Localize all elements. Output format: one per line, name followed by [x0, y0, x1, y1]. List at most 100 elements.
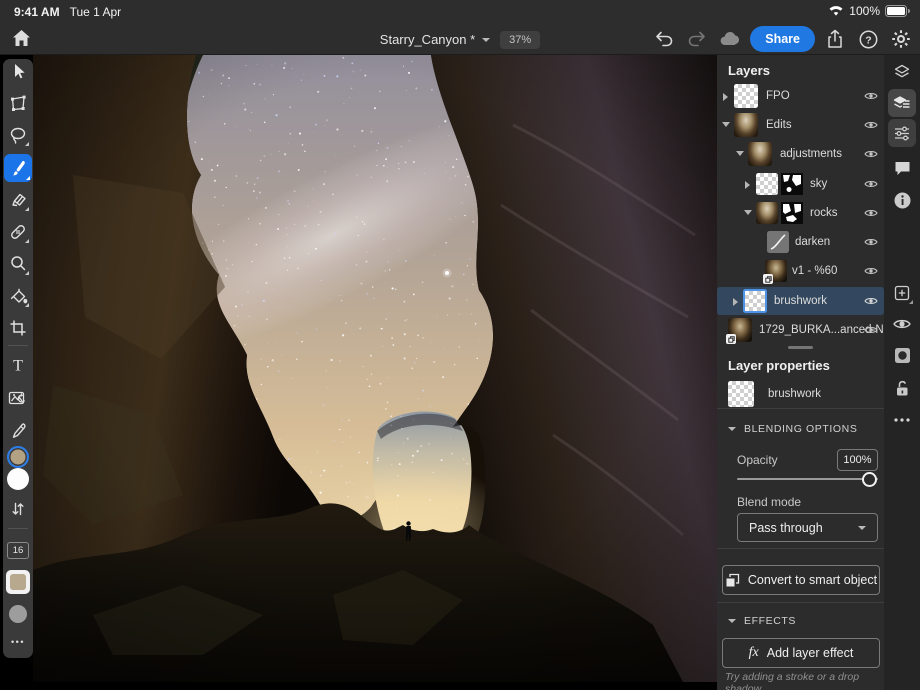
effects-label: EFFECTS [744, 615, 796, 627]
smart-object-thumbnail[interactable] [765, 260, 787, 282]
eraser-tool[interactable] [5, 187, 31, 213]
brush-preview-swatch[interactable] [6, 570, 30, 594]
eye-visibility-icon[interactable] [864, 265, 878, 277]
foreground-color-well[interactable] [7, 446, 29, 468]
eye-visibility-icon[interactable] [864, 324, 878, 336]
unlock-icon[interactable] [889, 375, 915, 401]
adjustments-sliders-icon[interactable] [889, 120, 915, 146]
settings-gear-icon[interactable] [888, 26, 914, 52]
brush-hardness-swatch[interactable] [9, 605, 27, 623]
place-image-tool[interactable] [5, 385, 31, 411]
layer-row-brushwork-selected[interactable]: brushwork [717, 287, 884, 315]
layer-thumbnail[interactable] [734, 84, 758, 108]
layer-thumbnail[interactable] [743, 289, 767, 313]
tools-toolbar: T 16 ••• [3, 59, 33, 658]
layer-properties-icon[interactable] [889, 90, 915, 116]
brush-size-badge[interactable]: 16 [7, 542, 29, 559]
layer-row-sky[interactable]: sky [717, 170, 884, 198]
fx-icon: fx [749, 645, 759, 661]
layer-mask-thumbnail[interactable] [781, 202, 803, 224]
chevron-right-icon[interactable] [745, 181, 750, 189]
layers-stack-icon[interactable] [889, 59, 915, 85]
redo-icon[interactable] [684, 26, 710, 52]
eye-visibility-icon[interactable] [864, 178, 878, 190]
lasso-select-tool[interactable] [5, 122, 31, 148]
chevron-down-icon[interactable] [722, 122, 730, 127]
chevron-down-icon [482, 38, 490, 42]
eye-visibility-icon[interactable] [864, 90, 878, 102]
add-layer-icon[interactable] [889, 280, 915, 306]
layer-thumbnail[interactable] [748, 142, 772, 166]
chevron-down-icon[interactable] [736, 151, 744, 156]
layer-row-fpo[interactable]: FPO [717, 82, 884, 110]
comment-icon[interactable] [889, 155, 915, 181]
chevron-down-icon[interactable] [744, 210, 752, 215]
layer-name: Edits [766, 119, 792, 131]
layer-thumbnail [728, 381, 754, 407]
document-canvas[interactable] [33, 55, 717, 682]
export-icon[interactable] [822, 26, 848, 52]
chevron-right-icon[interactable] [733, 298, 738, 306]
status-time: 9:41 AM [14, 5, 60, 19]
opacity-slider-knob[interactable] [862, 472, 877, 487]
move-tool[interactable] [5, 58, 31, 84]
opacity-value-field[interactable]: 100% [837, 449, 878, 471]
svg-text:?: ? [865, 34, 871, 46]
layer-row-v1[interactable]: v1 - %60 [717, 257, 884, 285]
healing-brush-tool[interactable] [5, 219, 31, 245]
visibility-eye-icon[interactable] [889, 311, 915, 337]
layer-thumbnail[interactable] [756, 202, 778, 224]
panel-resize-handle[interactable] [788, 346, 813, 349]
background-color-well[interactable] [7, 468, 29, 490]
share-button[interactable]: Share [750, 26, 815, 52]
undo-icon[interactable] [651, 26, 677, 52]
battery-icon [885, 5, 910, 17]
adjustment-curves-thumbnail[interactable] [767, 231, 789, 253]
layer-thumbnail[interactable] [756, 173, 778, 195]
layer-row-darken[interactable]: darken [717, 228, 884, 256]
brush-tool[interactable] [4, 154, 32, 182]
layer-row-background-image[interactable]: 1729_BURKA...anced-NR33 [717, 316, 884, 344]
zoom-level-badge[interactable]: 37% [500, 31, 540, 49]
starry-canyon-image [33, 55, 717, 682]
help-icon[interactable]: ? [855, 26, 881, 52]
layer-row-edits[interactable]: Edits [717, 111, 884, 139]
document-title-menu[interactable]: Starry_Canyon * [380, 32, 490, 47]
add-layer-effect-button[interactable]: fx Add layer effect [722, 638, 880, 668]
layers-panel-title: Layers [728, 63, 770, 78]
info-icon[interactable] [889, 187, 915, 213]
more-options-icon[interactable] [889, 407, 915, 433]
transform-tool[interactable] [5, 90, 31, 116]
blending-options-header[interactable]: BLENDING OPTIONS [728, 423, 857, 435]
layers-panel: Layers FPO Edits adjustments sky [717, 55, 884, 690]
toolbar-divider [8, 528, 28, 529]
eye-visibility-icon[interactable] [864, 119, 878, 131]
swap-colors-icon[interactable] [5, 496, 31, 522]
effects-header[interactable]: EFFECTS [728, 615, 796, 627]
eye-visibility-icon[interactable] [864, 207, 878, 219]
layer-name: FPO [766, 90, 790, 102]
convert-to-smart-object-button[interactable]: Convert to smart object [722, 565, 880, 595]
layer-mask-icon[interactable] [889, 342, 915, 368]
layer-thumbnail[interactable] [734, 113, 758, 137]
opacity-slider-track[interactable] [737, 478, 878, 480]
layer-row-rocks[interactable]: rocks [717, 199, 884, 227]
chevron-right-icon[interactable] [723, 93, 728, 101]
eyedropper-tool[interactable] [5, 418, 31, 444]
type-tool[interactable]: T [5, 352, 31, 378]
crop-tool[interactable] [5, 315, 31, 341]
home-icon[interactable] [8, 25, 34, 51]
wifi-icon [828, 5, 844, 17]
eye-visibility-icon[interactable] [864, 295, 878, 307]
eye-visibility-icon[interactable] [864, 236, 878, 248]
blend-mode-dropdown[interactable]: Pass through [737, 513, 878, 542]
magnifier-tool[interactable] [5, 251, 31, 277]
cloud-sync-icon[interactable] [717, 26, 743, 52]
paint-bucket-tool[interactable] [5, 283, 31, 309]
eye-visibility-icon[interactable] [864, 148, 878, 160]
smart-object-thumbnail[interactable] [728, 318, 752, 342]
more-tools-icon[interactable]: ••• [3, 637, 33, 647]
layer-row-adjustments[interactable]: adjustments [717, 140, 884, 168]
layer-mask-thumbnail[interactable] [781, 173, 803, 195]
app-toolbar: Starry_Canyon * 37% Share ? [0, 24, 920, 55]
